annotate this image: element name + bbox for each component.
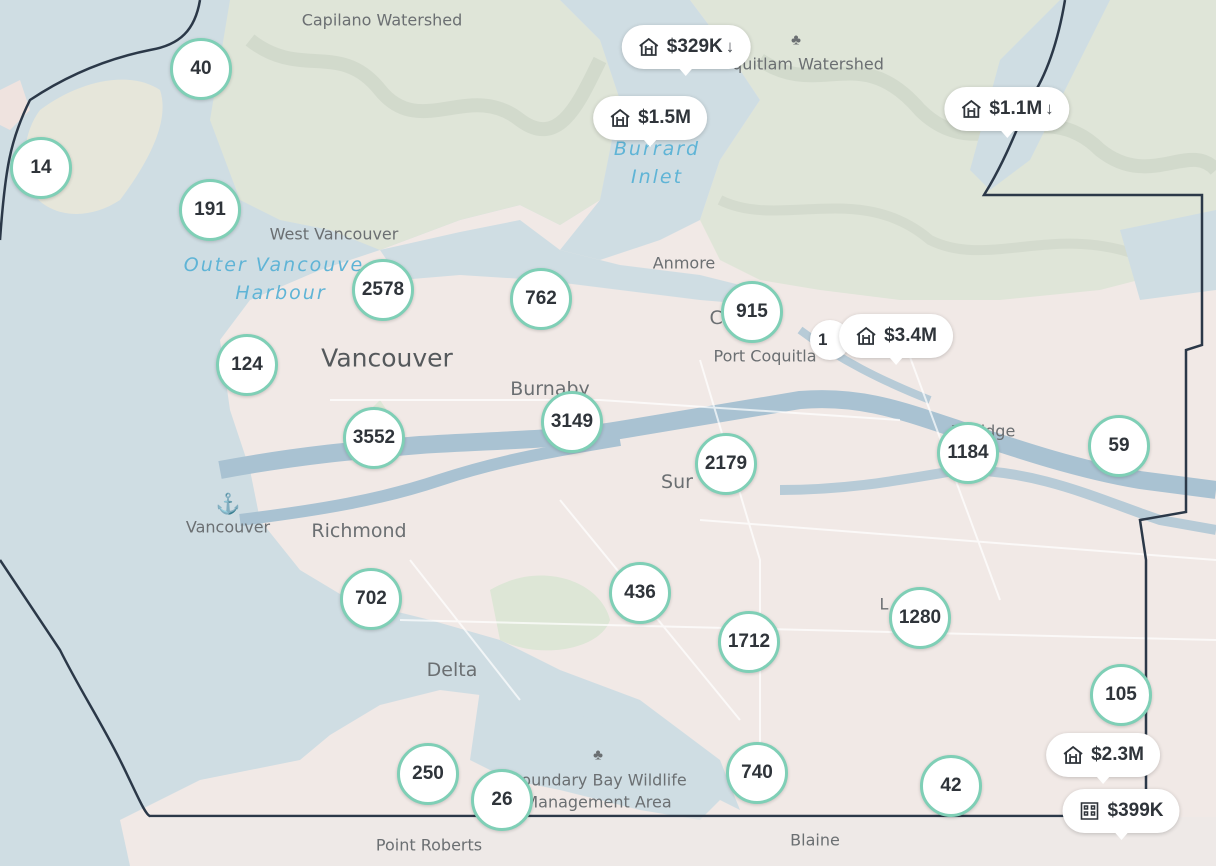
- place-boundary-bay: oundary Bay Wildlife: [521, 770, 687, 790]
- house-icon: [856, 326, 876, 345]
- price-pin-label: $1.1M: [989, 98, 1043, 119]
- listing-cluster[interactable]: 250: [397, 743, 459, 805]
- listing-cluster[interactable]: 1712: [718, 611, 780, 673]
- water-inlet: Inlet: [630, 166, 684, 188]
- building-icon: [1080, 802, 1099, 820]
- park-icon: ♣: [593, 746, 603, 764]
- price-pin-label: $399K: [1107, 800, 1164, 821]
- house-icon: [961, 99, 981, 118]
- water-outer-vancouver: Outer Vancouve: [183, 254, 365, 276]
- listing-cluster[interactable]: 2179: [695, 433, 757, 495]
- price-pin-partial-label: 1: [818, 330, 828, 349]
- price-pin-label: $3.4M: [884, 325, 937, 346]
- listing-cluster[interactable]: 191: [179, 179, 241, 241]
- listing-cluster[interactable]: 105: [1090, 664, 1152, 726]
- house-icon: [639, 37, 659, 56]
- place-vancouver-airport: Vancouver: [185, 517, 271, 537]
- listing-cluster[interactable]: 40: [170, 38, 232, 100]
- place-capilano-watershed: Capilano Watershed: [301, 10, 463, 30]
- listing-cluster[interactable]: 2578: [352, 259, 414, 321]
- listing-cluster[interactable]: 3552: [343, 407, 405, 469]
- place-surrey: Sur: [661, 471, 693, 493]
- listing-cluster[interactable]: 436: [609, 562, 671, 624]
- listing-cluster[interactable]: 3149: [541, 391, 603, 453]
- listing-cluster[interactable]: 915: [721, 281, 783, 343]
- listing-cluster[interactable]: 124: [216, 334, 278, 396]
- price-down-arrow: ↓: [725, 37, 735, 56]
- park-icon: ♣: [791, 31, 801, 49]
- place-management-area: Management Area: [524, 792, 672, 812]
- place-port-coquitlam: Port Coquitla: [713, 346, 817, 366]
- house-icon: [610, 108, 630, 127]
- price-pin[interactable]: $3.4M: [839, 314, 953, 365]
- listing-cluster[interactable]: 42: [920, 755, 982, 817]
- water-harbour: Harbour: [235, 282, 327, 304]
- price-pin[interactable]: $2.3M: [1046, 733, 1160, 784]
- house-icon: [1063, 745, 1083, 764]
- anchor-icon: ⚓: [215, 493, 241, 516]
- price-pin-label: $1.5M: [638, 107, 691, 128]
- price-pin[interactable]: $399K: [1062, 789, 1180, 840]
- price-pin[interactable]: $1.5M: [593, 96, 707, 147]
- place-coquitlam-watershed: quitlam Watershed: [732, 54, 884, 74]
- listing-cluster[interactable]: 59: [1088, 415, 1150, 477]
- price-pin-label: $329K: [666, 36, 723, 57]
- place-point-roberts: Point Roberts: [375, 835, 483, 855]
- listing-cluster[interactable]: 26: [471, 769, 533, 831]
- place-anmore: Anmore: [652, 253, 716, 273]
- place-langley: L: [879, 594, 889, 614]
- listing-cluster[interactable]: 762: [510, 268, 572, 330]
- listing-cluster[interactable]: 740: [726, 742, 788, 804]
- price-pin[interactable]: $1.1M ↓: [944, 87, 1070, 138]
- price-down-arrow: ↓: [1045, 99, 1054, 118]
- place-blaine: Blaine: [790, 830, 840, 850]
- listing-cluster[interactable]: 1280: [889, 587, 951, 649]
- listing-cluster[interactable]: 702: [340, 568, 402, 630]
- price-pin-label: $2.3M: [1091, 744, 1144, 765]
- listing-cluster[interactable]: 1184: [937, 422, 999, 484]
- place-delta: Delta: [426, 659, 478, 681]
- place-vancouver: Vancouver: [321, 343, 453, 373]
- price-pin[interactable]: $329K ↓: [621, 25, 751, 76]
- listing-cluster[interactable]: 14: [10, 137, 72, 199]
- water-burrard: Burrard: [613, 138, 701, 160]
- place-west-vancouver: West Vancouver: [269, 224, 399, 244]
- place-richmond: Richmond: [311, 520, 407, 542]
